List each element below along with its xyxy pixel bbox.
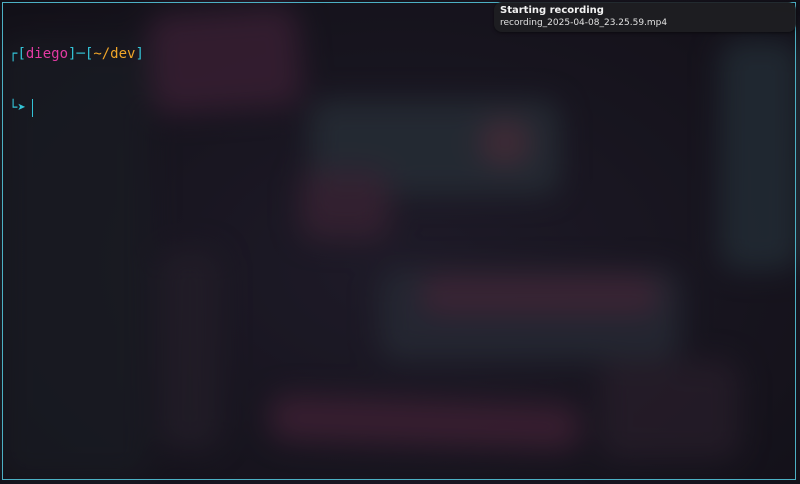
notification-body: recording_2025-04-08_23.25.59.mp4 bbox=[500, 18, 668, 28]
prompt-arrow-icon: ➤ bbox=[17, 100, 26, 116]
prompt-close-bracket: ] bbox=[135, 46, 144, 62]
recording-notification[interactable]: Starting recording recording_2025-04-08_… bbox=[494, 2, 796, 32]
prompt-cwd: ~/dev bbox=[93, 46, 136, 62]
prompt-line-2[interactable]: └➤ bbox=[9, 99, 144, 119]
notification-title: Starting recording bbox=[500, 5, 604, 16]
terminal-window[interactable]: ┌[diego]─[~/dev] └➤ bbox=[2, 2, 796, 480]
prompt-open-bracket: [ bbox=[17, 46, 26, 62]
shell-prompt: ┌[diego]─[~/dev] └➤ bbox=[9, 9, 144, 155]
prompt-username: diego bbox=[25, 46, 69, 62]
prompt-line-1: ┌[diego]─[~/dev] bbox=[9, 45, 144, 63]
desktop-screen: ┌[diego]─[~/dev] └➤ Starting recording r… bbox=[0, 0, 800, 484]
text-cursor[interactable] bbox=[31, 99, 33, 117]
prompt-separator: ]─[ bbox=[68, 46, 94, 62]
